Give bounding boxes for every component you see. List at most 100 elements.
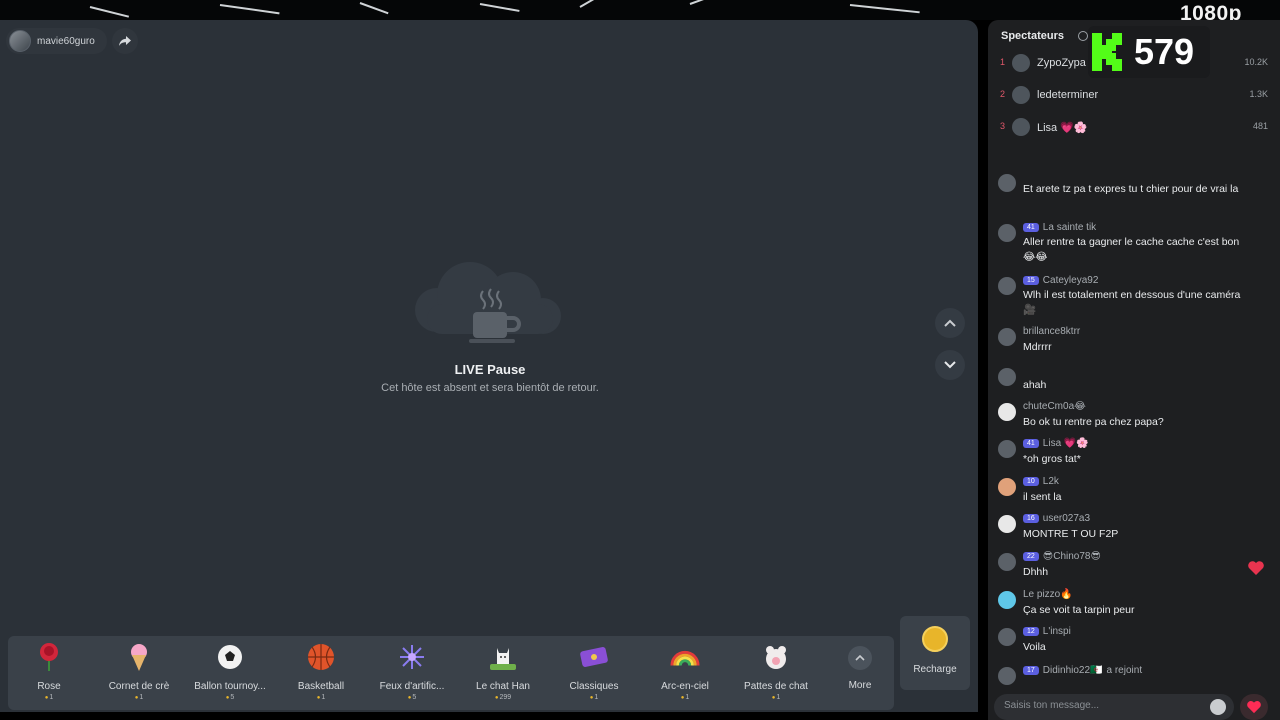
top-viewer-row[interactable]: 3 Lisa 💗🌸 481 — [988, 116, 1280, 140]
gift-name: Rose — [37, 681, 61, 692]
chat-header: 22 😎Chino78😎 — [1023, 551, 1101, 562]
rainbow-icon — [670, 642, 700, 672]
chat-user[interactable]: user027a3 — [1043, 513, 1090, 524]
join-text: a rejoint — [1106, 665, 1143, 676]
gift-ice-cream[interactable]: Cornet de crè 1 — [94, 642, 184, 706]
chat-header: 41 Lisa 💗🌸 — [1023, 438, 1089, 449]
chat-text: *oh gros tat* — [1023, 453, 1081, 465]
chat-input[interactable] — [1004, 700, 1204, 711]
host-avatar — [9, 30, 31, 52]
fireworks-icon — [397, 642, 427, 672]
viewer-avatar — [1012, 118, 1030, 136]
gift-classic[interactable]: Classiques 1 — [549, 642, 639, 706]
gift-price: 1 — [549, 694, 639, 701]
recharge-label: Recharge — [913, 664, 957, 675]
level-badge: 41 — [1023, 439, 1039, 448]
basketball-icon — [306, 642, 336, 672]
chat-user[interactable]: brillance8ktrr — [1023, 326, 1080, 337]
viewer-name: Lisa 💗🌸 — [1037, 122, 1088, 134]
level-badge: 15 — [1023, 276, 1039, 285]
chat-text: Voila — [1023, 641, 1046, 653]
top-strip — [0, 0, 1280, 20]
gift-rainbow[interactable]: Arc-en-ciel 1 — [640, 642, 730, 706]
chat-text: MONTRE T OU F2P — [1023, 528, 1119, 540]
decor-streak — [579, 0, 598, 8]
level-badge: 12 — [1023, 627, 1039, 636]
level-badge: 17 — [1023, 666, 1039, 675]
ticket-icon — [579, 642, 609, 672]
chat-user[interactable]: Cateyleya92 — [1043, 275, 1099, 286]
pause-title: LIVE Pause — [454, 362, 526, 377]
chevron-up-icon — [848, 646, 872, 670]
gift-name: Ballon tournoy... — [194, 681, 266, 692]
viewer-count: 1.3K — [1249, 89, 1268, 99]
viewer-rank: 1 — [1000, 57, 1006, 67]
next-live-button[interactable] — [935, 350, 965, 380]
chat-avatar — [998, 328, 1016, 346]
chat-user[interactable]: L2k — [1043, 476, 1059, 487]
gift-name: Basketball — [297, 681, 345, 692]
chat-user[interactable]: chuteCm0a😂 — [1023, 401, 1086, 412]
chat-avatar — [998, 440, 1016, 458]
viewer-count: 481 — [1252, 121, 1268, 131]
cat-paws-icon — [761, 642, 791, 672]
chat-header: 12 L'inspi — [1023, 626, 1071, 637]
gift-price: 1 — [640, 694, 730, 701]
pause-panel: LIVE Pause Cet hôte est absent et sera b… — [330, 258, 650, 394]
soccer-ball-icon — [215, 642, 245, 672]
gift-name: Pattes de chat — [744, 681, 808, 692]
previous-live-button[interactable] — [935, 308, 965, 338]
chat-avatar — [998, 368, 1016, 386]
decor-streak — [689, 0, 719, 5]
viewer-rank: 2 — [1000, 89, 1006, 99]
kick-logo-icon — [1092, 33, 1122, 71]
gift-name: Feux d'artific... — [379, 681, 445, 692]
chevron-up-icon — [944, 319, 956, 327]
chat-user[interactable]: Lisa 💗🌸 — [1043, 438, 1089, 449]
chat-avatar — [998, 277, 1016, 295]
chat-user[interactable]: L'inspi — [1043, 626, 1071, 637]
level-badge: 22 — [1023, 552, 1039, 561]
chat-text: ahah — [1023, 379, 1047, 391]
gift-price: 5 — [185, 694, 275, 701]
chat-avatar — [998, 667, 1016, 685]
viewers-sidebar: Spectateurs 1 ZypoZypa 10.2K 2 ledetermi… — [988, 20, 1280, 720]
gift-name: Arc-en-ciel — [661, 681, 709, 692]
kick-viewer-count: 579 — [1134, 31, 1195, 72]
video-player[interactable]: mavie60guro LIVE Pause Cet hôte est abse… — [0, 20, 978, 712]
chat-header: Le pizzo🔥 — [1023, 589, 1073, 600]
info-icon[interactable] — [1078, 31, 1088, 41]
gift-soccer-ball[interactable]: Ballon tournoy... 5 — [185, 642, 275, 706]
chat-header: chuteCm0a😂 — [1023, 401, 1086, 412]
viewer-avatar — [1012, 86, 1030, 104]
heart-icon — [1247, 701, 1261, 714]
chat-avatar — [998, 478, 1016, 496]
chat-text: Bo ok tu rentre pa chez papa? — [1023, 416, 1164, 428]
cat-icon — [488, 642, 518, 672]
chat-text: Aller rentre ta gagner le cache cache c'… — [1023, 236, 1240, 263]
gift-fireworks[interactable]: Feux d'artific... 5 — [367, 642, 457, 706]
chat-user[interactable]: Le pizzo🔥 — [1023, 589, 1073, 600]
chat-user[interactable]: Didinhio22🇩🇿 — [1043, 665, 1103, 676]
recharge-button[interactable]: Recharge — [900, 616, 970, 690]
more-gifts-button[interactable]: More — [840, 646, 880, 691]
chat-user[interactable]: 😎Chino78😎 — [1043, 551, 1101, 562]
chat-user[interactable]: La sainte tik — [1043, 222, 1096, 233]
gift-cat-paws[interactable]: Pattes de chat 1 — [731, 642, 821, 706]
host-chip[interactable]: mavie60guro — [6, 28, 107, 54]
share-button[interactable] — [112, 28, 138, 54]
gift-bar: Rose 1 Cornet de crè 1 Ballon tournoy...… — [8, 636, 894, 710]
emoji-icon[interactable] — [1210, 699, 1226, 715]
like-button[interactable] — [1240, 694, 1268, 720]
gift-rose[interactable]: Rose 1 — [4, 642, 94, 706]
coffee-cup-icon — [469, 288, 521, 343]
gift-name: Cornet de crè — [108, 681, 170, 692]
gift-price: 1 — [4, 694, 94, 701]
chat-avatar — [998, 628, 1016, 646]
chat-avatar — [998, 403, 1016, 421]
gift-cat[interactable]: Le chat Han 299 — [458, 642, 548, 706]
top-viewer-row[interactable]: 2 ledeterminer 1.3K — [988, 84, 1280, 108]
chat-text: Mdrrrr — [1023, 341, 1052, 353]
gift-basketball[interactable]: Basketball 1 — [276, 642, 366, 706]
chevron-down-icon — [944, 361, 956, 369]
